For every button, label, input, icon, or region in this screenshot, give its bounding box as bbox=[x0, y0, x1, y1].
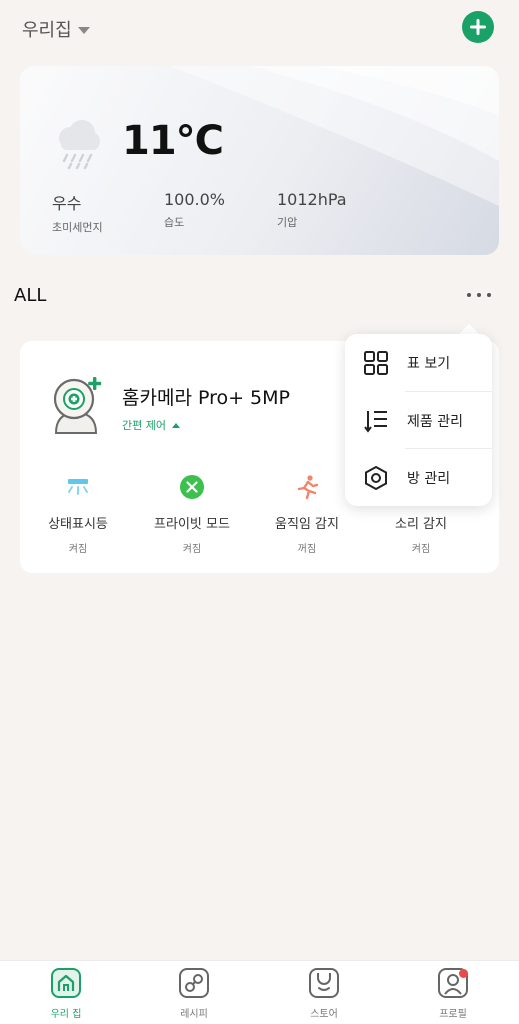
home-selector[interactable]: 우리집 bbox=[22, 16, 90, 42]
feature-status-light[interactable]: 상태표시등 켜짐 bbox=[20, 471, 136, 555]
plus-icon bbox=[470, 19, 486, 35]
caret-up-icon bbox=[171, 422, 180, 428]
tab-store[interactable]: 스토어 bbox=[284, 967, 364, 1020]
tab-label: 프로필 bbox=[439, 1009, 467, 1020]
bottom-tab-bar: 우리 집 레시피 스토어 프로필 bbox=[0, 960, 519, 1024]
tab-home[interactable]: 우리 집 bbox=[26, 967, 106, 1020]
device-name: 홈카메라 Pro+ 5MP bbox=[122, 387, 291, 409]
menu-item-label: 표 보기 bbox=[407, 355, 451, 372]
metric-label: 기압 bbox=[277, 216, 298, 229]
menu-item-label: 방 관리 bbox=[407, 470, 451, 487]
recipe-icon bbox=[154, 967, 234, 999]
home-camera-icon bbox=[48, 375, 104, 443]
tab-label: 레시피 bbox=[180, 1009, 208, 1020]
profile-icon bbox=[413, 967, 493, 999]
add-device-button[interactable] bbox=[462, 11, 494, 43]
caret-down-icon bbox=[77, 26, 90, 34]
home-name: 우리집 bbox=[22, 20, 72, 41]
notification-badge bbox=[459, 969, 468, 978]
tab-label: 스토어 bbox=[310, 1009, 338, 1020]
feature-name: 소리 감지 bbox=[395, 517, 447, 532]
options-popup-menu: 표 보기 제품 관리 방 관리 bbox=[345, 334, 492, 506]
home-icon bbox=[26, 967, 106, 999]
grid-icon bbox=[361, 350, 391, 376]
metric-label: 초미세먼지 bbox=[52, 221, 103, 234]
metric-humidity: 100.0% 습도 bbox=[164, 190, 225, 230]
tab-recipe[interactable]: 레시피 bbox=[154, 967, 234, 1020]
feature-state: 켜짐 bbox=[68, 544, 88, 555]
feature-state: 켜짐 bbox=[182, 544, 202, 555]
metric-fine-dust: 우수 초미세먼지 bbox=[52, 190, 103, 235]
menu-item-table-view[interactable]: 표 보기 bbox=[345, 334, 492, 391]
metric-value: 100.0% bbox=[164, 190, 226, 209]
header: 우리집 bbox=[0, 0, 519, 56]
private-mode-icon bbox=[134, 471, 250, 503]
temperature: 11°C bbox=[122, 118, 224, 164]
quick-control-label: 간편 제어 bbox=[122, 419, 166, 432]
quick-control-toggle[interactable]: 간편 제어 bbox=[122, 417, 180, 433]
feature-state: 꺼짐 bbox=[297, 544, 317, 555]
dot-icon bbox=[477, 293, 481, 297]
weather-card[interactable]: 11°C 우수 초미세먼지 100.0% 습도 1012hPa 기압 bbox=[20, 66, 499, 255]
metric-label: 습도 bbox=[164, 216, 185, 229]
status-light-icon bbox=[20, 471, 136, 503]
feature-name: 움직임 감지 bbox=[275, 517, 339, 532]
feature-private-mode[interactable]: 프라이빗 모드 켜짐 bbox=[134, 471, 250, 555]
tab-profile[interactable]: 프로필 bbox=[413, 967, 493, 1020]
dot-icon bbox=[487, 293, 491, 297]
more-options-button[interactable] bbox=[462, 284, 496, 306]
metric-value: 우수 bbox=[52, 194, 82, 213]
rain-cloud-icon bbox=[50, 116, 106, 176]
store-bag-icon bbox=[284, 967, 364, 999]
sort-list-icon bbox=[361, 408, 391, 434]
menu-item-product-management[interactable]: 제품 관리 bbox=[345, 392, 492, 449]
menu-item-label: 제품 관리 bbox=[407, 413, 463, 430]
room-filter-label[interactable]: ALL bbox=[14, 285, 46, 306]
feature-name: 상태표시등 bbox=[48, 517, 108, 532]
dot-icon bbox=[467, 293, 471, 297]
tab-label: 우리 집 bbox=[50, 1009, 82, 1020]
metric-value: 1012hPa bbox=[277, 190, 347, 209]
feature-state: 켜짐 bbox=[411, 544, 431, 555]
menu-item-room-management[interactable]: 방 관리 bbox=[345, 449, 492, 506]
feature-name: 프라이빗 모드 bbox=[154, 517, 230, 532]
metric-pressure: 1012hPa 기압 bbox=[277, 190, 347, 230]
hexagon-icon bbox=[361, 465, 391, 491]
